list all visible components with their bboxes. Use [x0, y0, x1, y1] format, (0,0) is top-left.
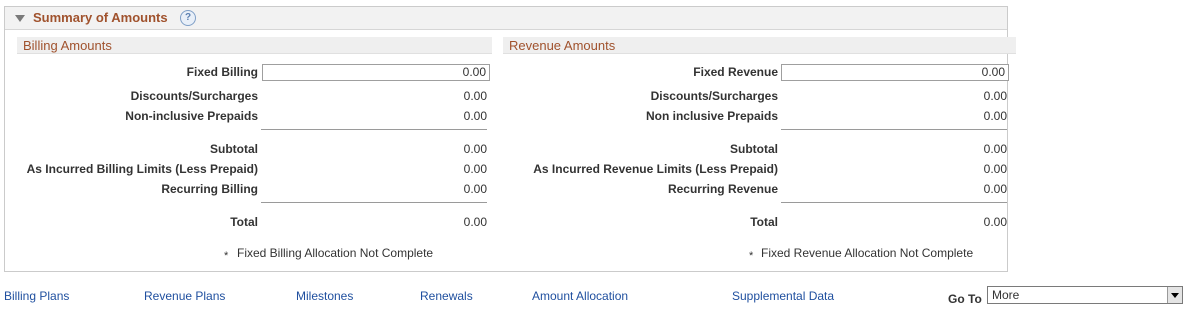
- billing-subtotal-label: Subtotal: [210, 142, 258, 156]
- panel-title[interactable]: Summary of Amounts: [33, 10, 168, 25]
- summary-panel: Summary of Amounts ? Billing Amounts Fix…: [4, 6, 1016, 272]
- billing-prepaids-value: 0.00: [463, 109, 487, 123]
- billing-total-label: Total: [230, 215, 258, 229]
- revenue-subtotal-label: Subtotal: [730, 142, 778, 156]
- billing-plans-link[interactable]: Billing Plans: [4, 289, 69, 303]
- dropdown-arrow-icon[interactable]: [1167, 287, 1182, 303]
- goto-select[interactable]: More: [987, 286, 1183, 304]
- help-icon[interactable]: ?: [180, 10, 196, 26]
- revenue-section-title: Revenue Amounts: [509, 38, 616, 53]
- fixed-revenue-input[interactable]: 0.00: [781, 64, 1009, 81]
- billing-section-title: Billing Amounts: [23, 38, 112, 53]
- revenue-total-value: 0.00: [983, 215, 1007, 229]
- fixed-billing-input[interactable]: 0.00: [262, 64, 490, 81]
- revenue-total-divider: [781, 202, 1007, 203]
- billing-total-divider: [261, 202, 487, 203]
- revenue-prepaids-value: 0.00: [983, 109, 1007, 123]
- billing-allocation-note: Fixed Billing Allocation Not Complete: [237, 246, 434, 260]
- revenue-allocation-note: Fixed Revenue Allocation Not Complete: [761, 246, 974, 260]
- panel-header: Summary of Amounts ?: [5, 7, 1007, 30]
- revenue-total-label: Total: [750, 215, 778, 229]
- amount-allocation-link[interactable]: Amount Allocation: [532, 289, 628, 303]
- renewals-link[interactable]: Renewals: [420, 289, 473, 303]
- billing-prepaids-label: Non-inclusive Prepaids: [125, 109, 258, 123]
- billing-total-value: 0.00: [463, 215, 487, 229]
- goto-label: Go To: [948, 292, 982, 306]
- milestones-link[interactable]: Milestones: [296, 289, 353, 303]
- supplemental-data-link[interactable]: Supplemental Data: [732, 289, 834, 303]
- recurring-revenue-label: Recurring Revenue: [667, 182, 778, 196]
- billing-subtotal-value: 0.00: [463, 142, 487, 156]
- billing-discounts-value: 0.00: [463, 89, 487, 103]
- billing-discounts-label: Discounts/Surcharges: [130, 89, 258, 103]
- recurring-billing-label: Recurring Billing: [161, 182, 258, 196]
- goto-selected-value: More: [992, 288, 1020, 302]
- billing-limits-label: As Incurred Billing Limits (Less Prepaid…: [26, 162, 258, 176]
- revenue-limits-label: As Incurred Revenue Limits (Less Prepaid…: [533, 162, 778, 176]
- revenue-discounts-label: Discounts/Surcharges: [650, 89, 778, 103]
- fixed-billing-label: Fixed Billing: [186, 65, 258, 79]
- revenue-limits-value: 0.00: [983, 162, 1007, 176]
- revenue-section-header: Revenue Amounts: [503, 37, 1016, 54]
- collapse-arrow-icon[interactable]: [15, 15, 25, 22]
- recurring-billing-value: 0.00: [463, 182, 487, 196]
- fixed-revenue-label: Fixed Revenue: [693, 65, 778, 79]
- revenue-note-marker: *: [749, 250, 754, 262]
- revenue-divider: [781, 129, 1007, 130]
- billing-section-header: Billing Amounts: [17, 37, 492, 54]
- billing-divider: [261, 129, 487, 130]
- revenue-subtotal-value: 0.00: [983, 142, 1007, 156]
- billing-limits-value: 0.00: [463, 162, 487, 176]
- billing-note-marker: *: [224, 250, 229, 262]
- recurring-revenue-value: 0.00: [983, 182, 1007, 196]
- revenue-prepaids-label: Non inclusive Prepaids: [645, 109, 778, 123]
- revenue-discounts-value: 0.00: [983, 89, 1007, 103]
- revenue-plans-link[interactable]: Revenue Plans: [144, 289, 225, 303]
